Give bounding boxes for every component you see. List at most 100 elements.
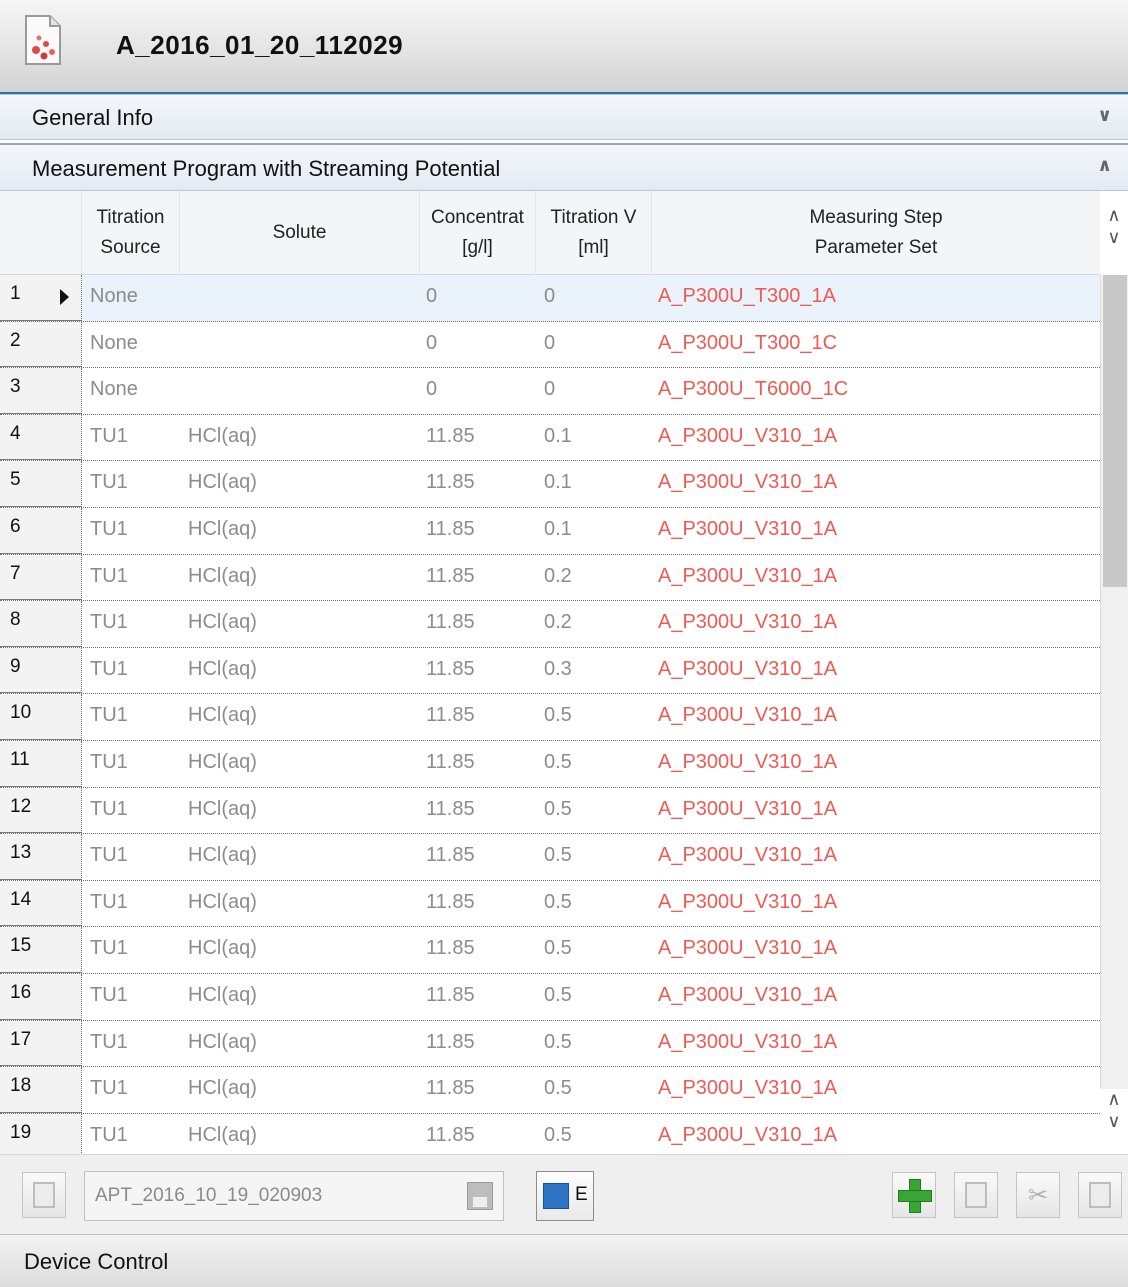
concentration-cell[interactable]: 0 bbox=[426, 285, 437, 308]
titration-source-cell[interactable]: None bbox=[90, 332, 138, 355]
table-row[interactable]: 4 TU1 HCl(aq) 11.85 0.1 A_P300U_V310_1A bbox=[0, 414, 1100, 462]
filename-field[interactable]: APT_2016_10_19_020903 bbox=[84, 1171, 504, 1221]
titration-volume-cell[interactable]: 0.5 bbox=[544, 891, 572, 914]
titration-source-cell[interactable]: TU1 bbox=[90, 518, 128, 541]
parameter-set-cell[interactable]: A_P300U_T300_1A bbox=[658, 285, 836, 308]
solute-cell[interactable]: HCl(aq) bbox=[188, 471, 257, 494]
parameter-set-cell[interactable]: A_P300U_T300_1C bbox=[658, 332, 837, 355]
table-row[interactable]: 1 None 0 0 A_P300U_T300_1A bbox=[0, 275, 1100, 322]
scroll-arrows[interactable]: ∧ ∨ bbox=[1100, 1089, 1128, 1133]
titration-volume-cell[interactable]: 0.2 bbox=[544, 565, 572, 588]
vertical-scrollbar[interactable] bbox=[1100, 275, 1128, 1097]
copy-button[interactable] bbox=[954, 1172, 998, 1218]
row-number[interactable]: 16 bbox=[0, 974, 82, 1020]
concentration-cell[interactable]: 11.85 bbox=[426, 1031, 475, 1054]
solute-cell[interactable]: HCl(aq) bbox=[188, 891, 257, 914]
concentration-cell[interactable]: 11.85 bbox=[426, 658, 475, 681]
row-number[interactable]: 7 bbox=[0, 554, 82, 601]
parameter-set-cell[interactable]: A_P300U_V310_1A bbox=[658, 937, 837, 960]
titration-volume-cell[interactable]: 0.5 bbox=[544, 751, 572, 774]
titration-source-cell[interactable]: TU1 bbox=[90, 1077, 128, 1100]
table-row[interactable]: 6 TU1 HCl(aq) 11.85 0.1 A_P300U_V310_1A bbox=[0, 508, 1100, 555]
measurement-program-section[interactable]: Measurement Program with Streaming Poten… bbox=[0, 143, 1128, 191]
row-number[interactable]: 6 bbox=[0, 508, 82, 554]
table-row[interactable]: 8 TU1 HCl(aq) 11.85 0.2 A_P300U_V310_1A bbox=[0, 601, 1100, 648]
parameter-set-cell[interactable]: A_P300U_V310_1A bbox=[658, 704, 837, 727]
titration-source-cell[interactable]: TU1 bbox=[90, 565, 128, 588]
solute-cell[interactable]: HCl(aq) bbox=[188, 611, 257, 634]
concentration-cell[interactable]: 0 bbox=[426, 332, 437, 355]
titration-source-cell[interactable]: TU1 bbox=[90, 844, 128, 867]
cut-button[interactable]: ✂ bbox=[1016, 1172, 1060, 1218]
titration-volume-cell[interactable]: 0.5 bbox=[544, 798, 572, 821]
concentration-cell[interactable]: 11.85 bbox=[426, 1124, 475, 1147]
export-button[interactable]: E bbox=[536, 1171, 594, 1221]
titration-volume-cell[interactable]: 0.5 bbox=[544, 844, 572, 867]
titration-source-cell[interactable]: TU1 bbox=[90, 984, 128, 1007]
solute-cell[interactable]: HCl(aq) bbox=[188, 518, 257, 541]
titration-source-cell[interactable]: None bbox=[90, 285, 138, 308]
row-number[interactable]: 19 bbox=[0, 1113, 82, 1160]
scrollbar-thumb[interactable] bbox=[1103, 275, 1127, 587]
concentration-cell[interactable]: 11.85 bbox=[426, 518, 475, 541]
scroll-header-arrows[interactable]: ∧ ∨ bbox=[1100, 205, 1128, 248]
double-chevron-down-icon[interactable]: ∨ bbox=[1097, 105, 1112, 126]
column-header-concentration[interactable]: Concentrat [g/l] bbox=[420, 191, 536, 275]
row-number[interactable]: 11 bbox=[0, 741, 82, 787]
solute-cell[interactable]: HCl(aq) bbox=[188, 658, 257, 681]
solute-cell[interactable]: HCl(aq) bbox=[188, 751, 257, 774]
parameter-set-cell[interactable]: A_P300U_V310_1A bbox=[658, 798, 837, 821]
table-row[interactable]: 16 TU1 HCl(aq) 11.85 0.5 A_P300U_V310_1A bbox=[0, 974, 1100, 1021]
parameter-set-cell[interactable]: A_P300U_V310_1A bbox=[658, 611, 837, 634]
row-number[interactable]: 13 bbox=[0, 834, 82, 880]
titration-source-cell[interactable]: TU1 bbox=[90, 1124, 128, 1147]
parameter-set-cell[interactable]: A_P300U_V310_1A bbox=[658, 565, 837, 588]
titration-source-cell[interactable]: TU1 bbox=[90, 658, 128, 681]
row-number[interactable]: 4 bbox=[0, 414, 82, 461]
titration-volume-cell[interactable]: 0.5 bbox=[544, 937, 572, 960]
titration-volume-cell[interactable]: 0.5 bbox=[544, 1124, 572, 1147]
solute-cell[interactable]: HCl(aq) bbox=[188, 984, 257, 1007]
table-row[interactable]: 3 None 0 0 A_P300U_T6000_1C bbox=[0, 368, 1100, 415]
parameter-set-cell[interactable]: A_P300U_V310_1A bbox=[658, 891, 837, 914]
column-header-titration-source[interactable]: Titration Source bbox=[82, 191, 180, 275]
parameter-set-cell[interactable]: A_P300U_V310_1A bbox=[658, 518, 837, 541]
concentration-cell[interactable]: 11.85 bbox=[426, 611, 475, 634]
titration-volume-cell[interactable]: 0.1 bbox=[544, 425, 572, 448]
double-chevron-up-icon[interactable]: ∧ bbox=[1097, 155, 1112, 176]
solute-cell[interactable]: HCl(aq) bbox=[188, 798, 257, 821]
row-number[interactable]: 12 bbox=[0, 787, 82, 834]
device-control-section[interactable]: Device Control bbox=[0, 1234, 1128, 1287]
row-number[interactable]: 9 bbox=[0, 647, 82, 694]
titration-volume-cell[interactable]: 0.5 bbox=[544, 984, 572, 1007]
solute-cell[interactable]: HCl(aq) bbox=[188, 1077, 257, 1100]
titration-volume-cell[interactable]: 0.5 bbox=[544, 1031, 572, 1054]
table-row[interactable]: 7 TU1 HCl(aq) 11.85 0.2 A_P300U_V310_1A bbox=[0, 554, 1100, 602]
table-row[interactable]: 10 TU1 HCl(aq) 11.85 0.5 A_P300U_V310_1A bbox=[0, 694, 1100, 741]
titration-volume-cell[interactable]: 0.5 bbox=[544, 1077, 572, 1100]
row-number[interactable]: 3 bbox=[0, 368, 82, 414]
solute-cell[interactable]: HCl(aq) bbox=[188, 704, 257, 727]
save-icon[interactable] bbox=[467, 1182, 493, 1210]
solute-cell[interactable]: HCl(aq) bbox=[188, 1031, 257, 1054]
titration-source-cell[interactable]: TU1 bbox=[90, 611, 128, 634]
column-header-solute[interactable]: Solute bbox=[180, 191, 420, 275]
paste-button[interactable] bbox=[1078, 1172, 1122, 1218]
solute-cell[interactable]: HCl(aq) bbox=[188, 1124, 257, 1147]
parameter-set-cell[interactable]: A_P300U_V310_1A bbox=[658, 751, 837, 774]
table-row[interactable]: 5 TU1 HCl(aq) 11.85 0.1 A_P300U_V310_1A bbox=[0, 461, 1100, 508]
titration-volume-cell[interactable]: 0 bbox=[544, 378, 555, 401]
titration-source-cell[interactable]: TU1 bbox=[90, 1031, 128, 1054]
solute-cell[interactable]: HCl(aq) bbox=[188, 565, 257, 588]
concentration-cell[interactable]: 11.85 bbox=[426, 937, 475, 960]
concentration-cell[interactable]: 11.85 bbox=[426, 798, 475, 821]
titration-source-cell[interactable]: TU1 bbox=[90, 891, 128, 914]
add-step-button[interactable] bbox=[892, 1172, 936, 1218]
parameter-set-cell[interactable]: A_P300U_V310_1A bbox=[658, 425, 837, 448]
concentration-cell[interactable]: 11.85 bbox=[426, 704, 475, 727]
parameter-set-cell[interactable]: A_P300U_V310_1A bbox=[658, 471, 837, 494]
column-header-parameter-set[interactable]: Measuring Step Parameter Set bbox=[652, 191, 1100, 275]
titration-source-cell[interactable]: TU1 bbox=[90, 471, 128, 494]
row-number[interactable]: 15 bbox=[0, 927, 82, 973]
concentration-cell[interactable]: 11.85 bbox=[426, 751, 475, 774]
